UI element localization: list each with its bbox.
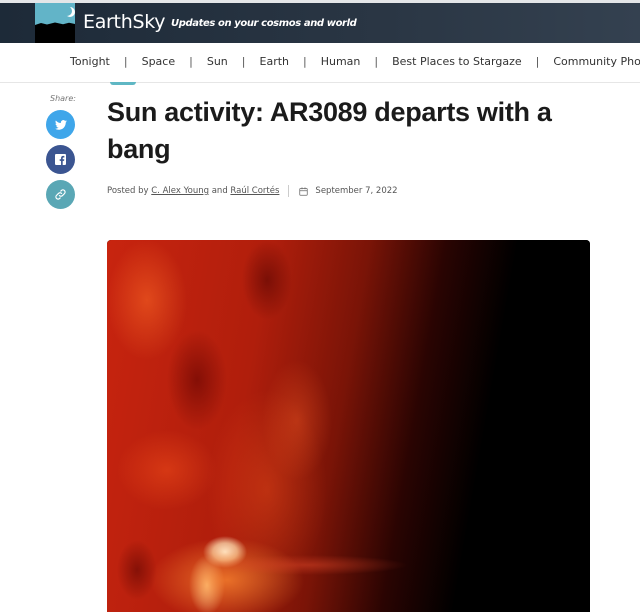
nav-item-tonight[interactable]: Tonight [56, 55, 124, 68]
nav-item-space[interactable]: Space [128, 55, 190, 68]
site-tagline: Updates on your cosmos and world [171, 18, 357, 29]
nav-item-best-places-to-stargaze[interactable]: Best Places to Stargaze [378, 55, 536, 68]
nav-item-earth[interactable]: Earth [246, 55, 304, 68]
and-label: and [211, 186, 228, 196]
article-title: Sun activity: AR3089 departs with a bang [107, 97, 552, 164]
earthsky-logo-icon[interactable] [35, 3, 75, 43]
calendar-icon [299, 186, 309, 196]
nav-item-sun[interactable]: Sun [193, 55, 242, 68]
author-link[interactable]: C. Alex Young [151, 186, 209, 196]
share-facebook-button[interactable] [46, 145, 75, 174]
share-twitter-button[interactable] [46, 110, 75, 139]
article-meta: Posted by C. Alex Young and Raúl Cortés … [107, 185, 398, 197]
publish-date: September 7, 2022 [315, 186, 398, 196]
share-label: Share: [50, 94, 76, 103]
twitter-icon [54, 119, 67, 130]
copy-link-button[interactable] [46, 180, 75, 209]
site-brand[interactable]: EarthSky [83, 11, 165, 33]
link-icon [55, 189, 66, 200]
site-header: EarthSky Updates on your cosmos and worl… [0, 3, 640, 43]
nav-item-human[interactable]: Human [307, 55, 375, 68]
main-nav: Tonight | Space | Sun | Earth | Human | … [0, 43, 640, 83]
author-link[interactable]: Raúl Cortés [230, 186, 279, 196]
facebook-icon [55, 154, 66, 165]
moon-icon [62, 6, 72, 16]
hero-image[interactable] [107, 240, 590, 612]
nav-item-community-photo[interactable]: Community Photo [539, 55, 640, 68]
meta-divider [288, 185, 290, 197]
posted-by-label: Posted by [107, 186, 149, 196]
category-tab-indicator[interactable] [110, 82, 136, 85]
